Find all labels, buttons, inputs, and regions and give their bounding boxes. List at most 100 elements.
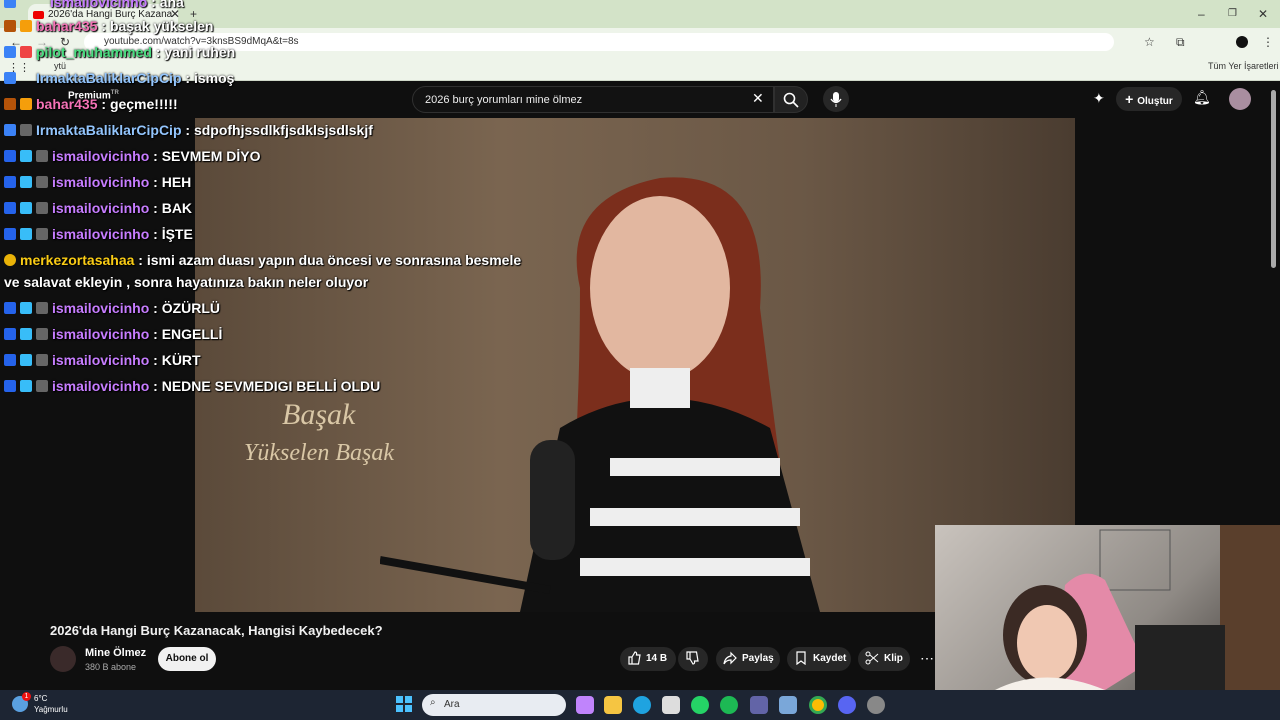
thumbs-down-icon [686,651,699,665]
badge-icon [4,176,16,188]
badge-icon [20,20,32,32]
crown-badge-icon [36,150,48,162]
badge-icon [4,72,16,84]
channel-name[interactable]: Mine Ölmez [85,647,146,659]
restore-icon[interactable]: ❐ [1228,6,1237,22]
url-field[interactable]: youtube.com/watch?v=3knsBS9dMqA&t=8s [84,33,1114,51]
badge-icon [4,354,16,366]
microphone-icon [830,92,842,107]
edge-icon[interactable] [633,696,651,714]
scissors-icon [865,651,879,665]
crown-badge-icon [36,380,48,392]
extensions-icon[interactable]: ⧉ [1176,34,1185,50]
all-bookmarks[interactable]: Tüm Yer İşaretleri [1208,61,1279,71]
bookmark-star-icon[interactable]: ☆ [1144,34,1155,50]
microphone-prop [380,440,575,594]
plus-icon: + [1125,91,1138,107]
search-input[interactable]: 2026 burç yorumları mine ölmez [412,86,774,113]
clear-search-icon[interactable]: ✕ [752,90,764,107]
chat-line: merkezortasahaa : ismi azam duası yapın … [4,252,521,268]
chat-line: pilot_muhammed : yani ruhen [4,44,235,60]
copilot-icon[interactable] [576,696,594,714]
discord-icon[interactable] [838,696,856,714]
crown-badge-icon [36,202,48,214]
webcam-overlay [935,525,1280,690]
weather-widget[interactable]: 6°C Yağmurlu [34,693,68,715]
file-explorer-icon[interactable] [604,696,622,714]
crown-badge-icon [4,20,16,32]
crown-badge-icon [20,124,32,136]
video-overlay-title: Başak [282,398,356,431]
chat-line: ismailovicinho : SEVMEM DİYO [4,148,261,164]
profile-icon[interactable] [1236,36,1248,48]
chrome-icon[interactable] [809,696,827,714]
badge-icon [20,176,32,188]
sparkle-icon[interactable]: ✦ [1093,90,1105,107]
crown-badge-icon [36,228,48,240]
channel-avatar[interactable] [50,646,76,672]
menu-dots-icon[interactable]: ⋮ [1262,34,1274,50]
badge-icon [4,150,16,162]
search-button[interactable] [774,86,808,113]
badge-icon [4,328,16,340]
search-icon: ⌕ [430,697,436,708]
share-button[interactable]: Paylaş [716,647,780,671]
like-button[interactable]: 14 B [620,647,676,671]
badge-icon [20,228,32,240]
thumbs-up-icon [628,651,641,665]
close-window-icon[interactable]: ✕ [1258,6,1268,22]
badge-icon [4,46,16,58]
badge-icon [4,302,16,314]
notification-badge: 1 [22,692,31,701]
badge-icon [20,328,32,340]
subscribe-button[interactable]: Abone ol [158,647,216,671]
badge-icon [20,354,32,366]
voice-search-button[interactable] [823,86,849,112]
bookmark-icon [796,651,806,665]
badge-icon [4,380,16,392]
share-icon [723,651,737,665]
store-icon[interactable] [662,696,680,714]
chat-line: ismailovicinho : HEH [4,174,191,190]
app-icon[interactable] [867,696,885,714]
chat-line: ismailovicinho : ana [4,0,184,10]
subscriber-count: 380 B abone [85,662,137,672]
badge-icon [4,124,16,136]
crown-badge-icon [36,354,48,366]
create-button[interactable]: + Oluştur [1116,87,1182,111]
taskbar-search[interactable]: Ara [422,694,566,716]
badge-icon [20,46,32,58]
windows-start-icon[interactable] [396,696,412,712]
crown-badge-icon [36,328,48,340]
badge-icon [4,228,16,240]
teams-icon[interactable] [750,696,768,714]
chat-line: IrmaktaBaliklarCipCip : sdpofhjssdlkfjsd… [4,122,373,138]
video-overlay-subtitle: Yükselen Başak [244,440,394,466]
chat-line: ve salavat ekleyin , sonra hayatınıza ba… [4,274,369,290]
whatsapp-icon[interactable] [691,696,709,714]
streamer-camera-image [995,525,1280,690]
crown-badge-icon [4,98,16,110]
chat-line: ismailovicinho : NEDNE SEVMEDIGI BELLİ O… [4,378,380,394]
scrollbar[interactable] [1271,90,1276,268]
app-icon[interactable] [779,696,797,714]
badge-icon [4,0,16,8]
more-options-icon[interactable]: ⋯ [920,650,934,667]
chat-line: ismailovicinho : BAK [4,200,192,216]
spotify-icon[interactable] [720,696,738,714]
badge-icon [4,254,16,266]
video-title: 2026'da Hangi Burç Kazanacak, Hangisi Ka… [50,623,383,638]
minimize-icon[interactable]: – [1198,6,1205,22]
badge-icon [20,302,32,314]
badge-icon [4,202,16,214]
notifications-bell-icon[interactable]: 🔔︎ [1193,89,1211,106]
chat-line: bahar435 : geçme!!!!! [4,96,178,112]
clip-button[interactable]: Klip [858,647,910,671]
dislike-button[interactable] [678,647,708,671]
save-button[interactable]: Kaydet [787,647,851,671]
badge-icon [20,380,32,392]
chat-line: bahar435 : başak yükselen [4,18,213,34]
avatar[interactable] [1229,88,1251,110]
chat-line: ismailovicinho : KÜRT [4,352,201,368]
badge-icon [20,202,32,214]
